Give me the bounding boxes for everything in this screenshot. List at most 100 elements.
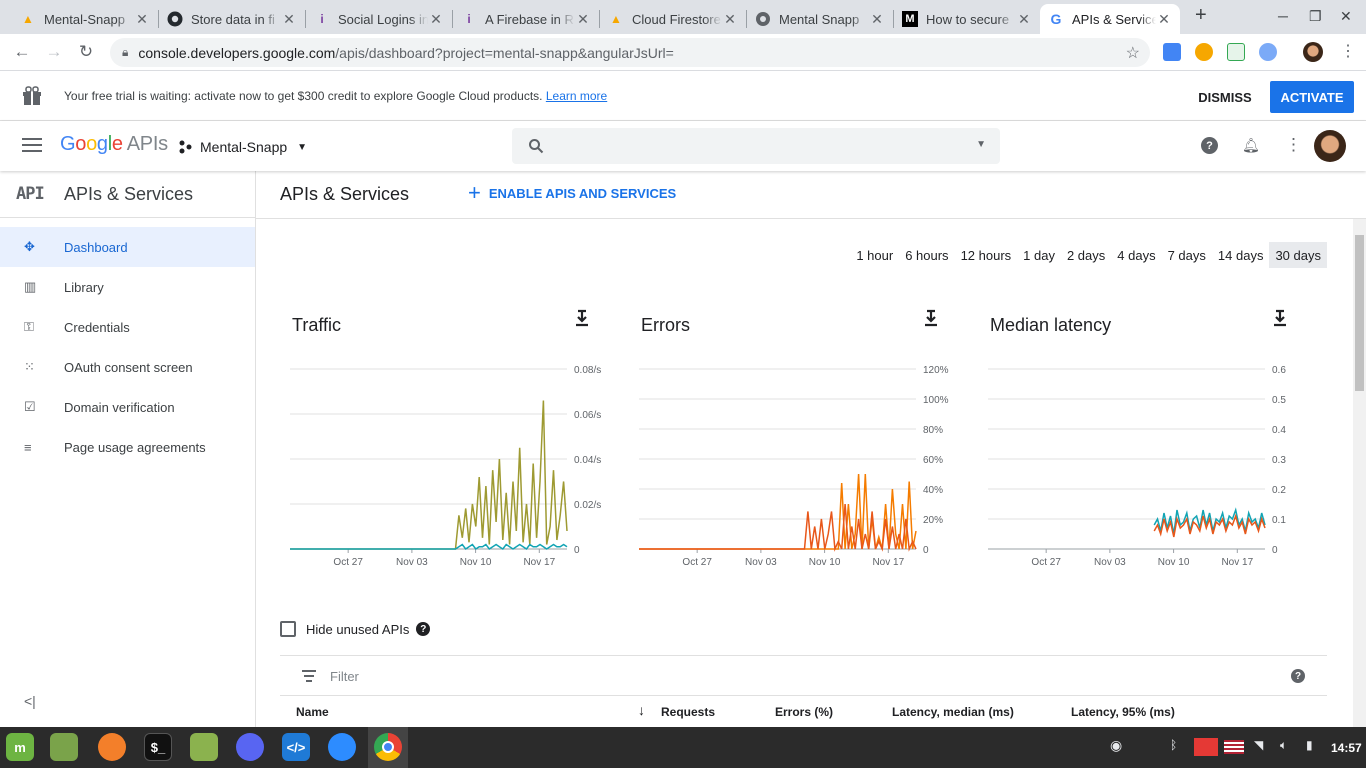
download-icon[interactable] (1272, 309, 1288, 327)
sidebar-item-dashboard[interactable]: ✥ Dashboard (0, 227, 255, 267)
range-12-hours[interactable]: 12 hours (955, 242, 1018, 268)
close-tab-icon[interactable]: ✕ (1156, 11, 1172, 28)
filter-input[interactable]: Filter (330, 669, 359, 684)
hamburger-menu-icon[interactable] (22, 138, 42, 154)
range-1-hour[interactable]: 1 hour (850, 242, 899, 268)
close-tab-icon[interactable]: ✕ (722, 11, 738, 28)
filter-row: Filter ? (280, 656, 1327, 696)
extension-icon[interactable] (1163, 43, 1181, 61)
settings-list-icon: ≡ (24, 439, 32, 455)
browser-tab[interactable]: i A Firebase in R ✕ (453, 4, 599, 34)
close-window-button[interactable]: ✕ (1340, 8, 1352, 25)
chrome-taskbar-button[interactable] (368, 727, 408, 768)
close-tab-icon[interactable]: ✕ (134, 11, 150, 28)
browser-tab[interactable]: Store data in fi ✕ (159, 4, 305, 34)
account-avatar[interactable] (1314, 130, 1346, 162)
download-icon[interactable] (923, 309, 939, 327)
minimize-button[interactable]: ─ (1278, 8, 1288, 24)
battery-icon[interactable]: ▮ (1306, 738, 1313, 752)
apis-table: Filter ? Name ↓ Requests Errors (%) Late… (280, 655, 1327, 727)
column-latency-median[interactable]: Latency, median (ms) (892, 705, 1014, 719)
reload-icon[interactable]: ↻ (74, 41, 98, 65)
column-errors[interactable]: Errors (%) (775, 705, 833, 719)
column-name[interactable]: Name (296, 705, 329, 719)
hide-unused-apis[interactable]: Hide unused APIs ? (280, 621, 431, 637)
range-4-days[interactable]: 4 days (1111, 242, 1161, 268)
browser-tab-active[interactable]: G APIs & Service ✕ (1040, 4, 1180, 34)
sidebar-item-domain-verification[interactable]: ☑ Domain verification (0, 387, 255, 427)
close-tab-icon[interactable]: ✕ (428, 11, 444, 28)
new-tab-button[interactable]: + (1195, 4, 1207, 27)
dismiss-button[interactable]: DISMISS (1190, 81, 1260, 113)
download-icon[interactable] (574, 309, 590, 327)
close-tab-icon[interactable]: ✕ (869, 11, 885, 28)
range-30-days[interactable]: 30 days (1269, 242, 1327, 268)
browser-tab[interactable]: ▲ Cloud Firestore ✕ (600, 4, 746, 34)
mint-menu-icon[interactable]: m (6, 733, 34, 761)
forward-icon[interactable]: → (42, 41, 66, 65)
sidebar-item-page-usage[interactable]: ≡ Page usage agreements (0, 427, 255, 467)
search-dropdown-icon[interactable]: ▼ (976, 139, 986, 150)
firefox-icon[interactable] (98, 733, 126, 761)
range-7-days[interactable]: 7 days (1162, 242, 1212, 268)
activate-button[interactable]: ACTIVATE (1270, 81, 1354, 113)
bluetooth-icon[interactable]: ᛒ (1170, 738, 1177, 752)
sidebar-item-oauth-consent[interactable]: ⁙ OAuth consent screen (0, 347, 255, 387)
extension-icon[interactable] (1195, 43, 1213, 61)
extension-icon[interactable] (1259, 43, 1277, 61)
back-icon[interactable]: ← (10, 41, 34, 65)
bookmark-star-icon[interactable]: ☆ (1126, 43, 1140, 63)
sidebar-item-credentials[interactable]: ⚿ Credentials (0, 307, 255, 347)
help-icon[interactable]: ? (416, 622, 431, 636)
collapse-sidebar-icon[interactable]: <| (24, 693, 36, 709)
y-tick-label: 0.3 (1272, 455, 1286, 466)
firebase-icon: ▲ (22, 12, 34, 26)
browser-tab[interactable]: Mental Snapp ✕ (747, 4, 893, 34)
notifications-bell-icon[interactable]: 🔔︎ (1242, 137, 1260, 154)
keyboard-layout-flag-icon[interactable] (1224, 740, 1244, 754)
range-2-days[interactable]: 2 days (1061, 242, 1111, 268)
browser-tab[interactable]: ▲ Mental-Snapp ✕ (12, 4, 158, 34)
hide-unused-checkbox[interactable] (280, 621, 296, 637)
browser-menu-icon[interactable]: ⋮ (1336, 41, 1360, 65)
help-icon[interactable]: ? (1201, 137, 1218, 154)
scrollbar-thumb[interactable] (1355, 235, 1364, 391)
column-latency-95[interactable]: Latency, 95% (ms) (1071, 705, 1175, 719)
column-requests[interactable]: Requests (661, 705, 715, 719)
discord-icon[interactable] (236, 733, 264, 761)
show-desktop-icon[interactable] (50, 733, 78, 761)
profile-avatar[interactable] (1303, 42, 1323, 62)
discord-tray-icon[interactable]: ◉ (1110, 737, 1122, 754)
browser-tab[interactable]: i Social Logins in ✕ (306, 4, 452, 34)
anydesk-icon[interactable] (1194, 738, 1218, 756)
more-options-icon[interactable]: ⋮ (1285, 135, 1302, 155)
search-input[interactable]: ▼ (512, 128, 1000, 164)
extension-icon[interactable] (1227, 43, 1245, 61)
zoom-icon[interactable] (328, 733, 356, 761)
close-tab-icon[interactable]: ✕ (1016, 11, 1032, 28)
browser-tab[interactable]: M How to secure ✕ (894, 4, 1040, 34)
scrollbar[interactable] (1353, 219, 1366, 727)
oauth-icon: ⁙ (24, 359, 35, 374)
terminal-icon[interactable]: $_ (144, 733, 172, 761)
sort-arrow-down-icon[interactable]: ↓ (638, 702, 645, 718)
range-1-day[interactable]: 1 day (1017, 242, 1061, 268)
lock-icon: 🔒︎ (122, 45, 129, 59)
sidebar-item-library[interactable]: ▥ Library (0, 267, 255, 307)
close-tab-icon[interactable]: ✕ (281, 11, 297, 28)
vscode-icon[interactable]: </> (282, 733, 310, 761)
enable-apis-button[interactable]: + ENABLE APIS AND SERVICES (468, 182, 676, 204)
help-icon[interactable]: ? (1291, 669, 1305, 683)
project-selector[interactable]: Mental-Snapp ▼ (178, 135, 307, 159)
volume-icon[interactable]: 🔈︎ (1280, 738, 1287, 753)
maximize-button[interactable]: ❐ (1309, 8, 1322, 25)
google-apis-logo[interactable]: Google APIs (60, 133, 168, 156)
filter-icon[interactable] (302, 670, 316, 682)
wifi-icon[interactable]: ◥ (1254, 738, 1263, 752)
files-icon[interactable] (190, 733, 218, 761)
close-tab-icon[interactable]: ✕ (575, 11, 591, 28)
learn-more-link[interactable]: Learn more (546, 89, 607, 103)
address-bar[interactable]: 🔒︎ console.developers.google.com/apis/da… (110, 38, 1150, 67)
range-6-hours[interactable]: 6 hours (899, 242, 954, 268)
range-14-days[interactable]: 14 days (1212, 242, 1270, 268)
